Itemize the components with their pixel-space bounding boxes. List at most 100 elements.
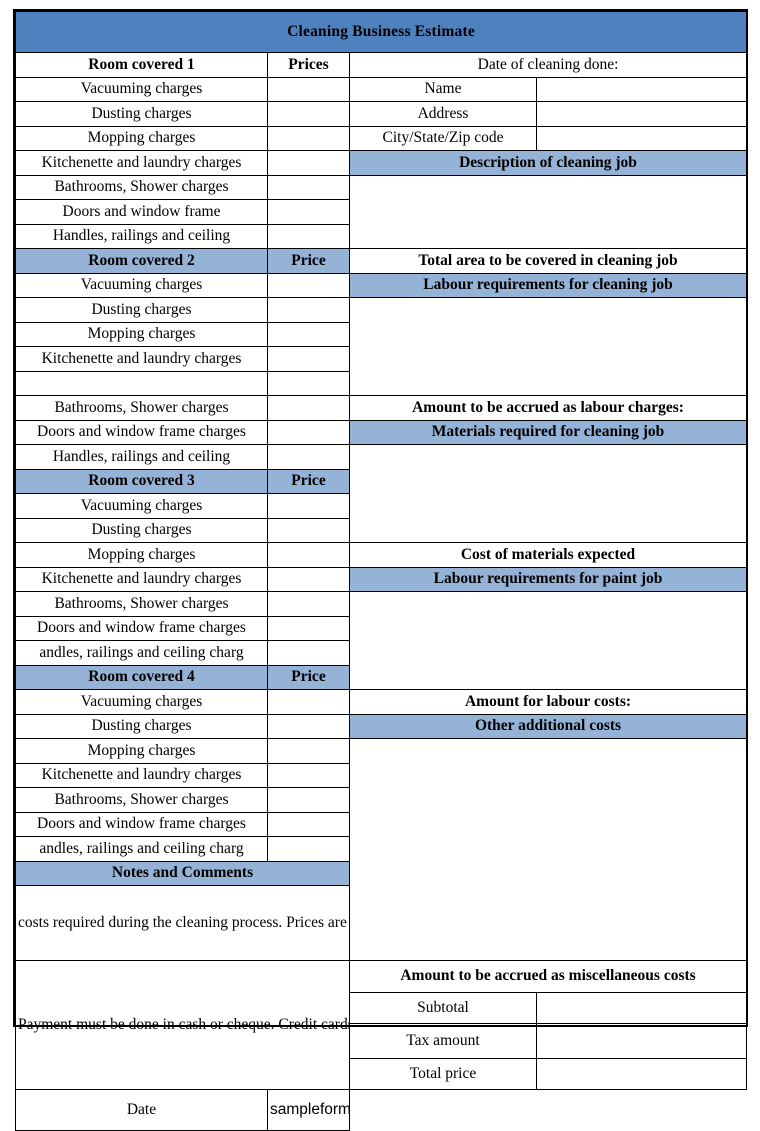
section-body-description-of-cleaning-job[interactable] [348,174,748,249]
tax-amount-value[interactable] [535,1023,748,1059]
room3-item-5: Doors and window frame charges [15,615,268,641]
room2-item-4-spacer [15,370,268,396]
section-body-labour-requirements-cleaning[interactable] [348,297,748,396]
section-header-labour-requirements-paint: Labour requirements for paint job [348,566,748,592]
tax-amount-label: Tax amount [349,1023,537,1059]
table-row: Mopping charges Cost of materials expect… [15,542,748,568]
room4-price-6[interactable] [267,836,350,862]
table-row: Doors and window frame charges Materials… [15,419,748,445]
room3-item-0: Vacuuming charges [15,493,268,519]
section-footer-cost-of-materials: Cost of materials expected [348,542,748,568]
table-row: Kitchenette and laundry charges Descript… [15,150,748,176]
room3-item-3: Kitchenette and laundry charges [15,566,268,592]
room3-price-3[interactable] [267,566,350,592]
section-header-other-additional-costs: Other additional costs [348,713,748,739]
room3-price-1[interactable] [267,517,350,543]
room2-price-0[interactable] [267,272,350,298]
room2-price-1[interactable] [267,297,350,323]
room4-price-3[interactable] [267,762,350,788]
section-header-labour-requirements-cleaning: Labour requirements for cleaning job [348,272,748,298]
room4-price-2[interactable] [267,738,350,764]
room2-price-4-spacer[interactable] [267,370,350,396]
room3-price-5[interactable] [267,615,350,641]
room4-item-2: Mopping charges [15,738,268,764]
table-row: Dusting charges [15,297,748,396]
section-body-materials-required[interactable] [348,444,748,543]
section-footer-amount-labour-costs: Amount for labour costs: [348,689,748,715]
room3-price-4[interactable] [267,591,350,617]
room1-price-2[interactable] [267,125,350,151]
room1-price-3[interactable] [267,150,350,176]
table-row: Bathrooms, Shower charges Amount to be a… [15,395,748,421]
table-row: Mopping charges City/State/Zip code [15,125,748,151]
room3-item-6: andles, railings and ceiling charg [15,640,268,666]
room2-price-5[interactable] [267,395,350,421]
room4-item-3: Kitchenette and laundry charges [15,762,268,788]
room1-price-4[interactable] [267,174,350,200]
room2-item-0: Vacuuming charges [15,272,268,298]
room1-price-0[interactable] [267,76,350,102]
room2-item-4: Bathrooms, Shower charges [15,395,268,421]
date-of-cleaning-label: Date of cleaning done: [348,52,748,78]
room3-price-6[interactable] [267,640,350,666]
room2-price-3[interactable] [267,346,350,372]
room4-price-4[interactable] [267,787,350,813]
notes-paragraph-1[interactable]: costs required during the cleaning proce… [15,885,350,961]
table-row: Bathrooms, Shower charges [15,174,748,249]
section-body-other-additional-costs[interactable] [348,738,748,961]
city-state-zip-field[interactable] [535,125,748,151]
room-header-3: Room covered 3 [15,468,268,494]
price-header-2: Price [267,248,350,274]
section-footer-amount-labour-charges: Amount to be accrued as labour charges: [348,395,748,421]
room1-price-5[interactable] [267,199,350,225]
address-field[interactable] [535,101,748,127]
room3-price-0[interactable] [267,493,350,519]
room1-header-row: Room covered 1 Prices Date of cleaning d… [15,52,748,78]
section-header-description-of-cleaning-job: Description of cleaning job [348,150,748,176]
notes-and-comments-header: Notes and Comments [15,860,350,886]
notes-paragraph-2[interactable]: Payment must be done in cash or cheque. … [15,960,350,1090]
room4-item-5: Doors and window frame charges [15,811,268,837]
room2-header-row: Room covered 2 Price Total area to be co… [15,248,748,274]
table-row: Vacuuming charges Amount for labour cost… [15,689,748,715]
name-field[interactable] [535,76,748,102]
estimate-table: Cleaning Business Estimate Room covered … [14,11,748,1131]
date-row: Date sampleforms.org [15,1089,747,1131]
title-row: Cleaning Business Estimate [14,11,748,53]
section-body-labour-requirements-paint[interactable] [348,591,748,690]
table-row: Mopping charges [15,738,748,961]
price-header-4: Price [267,664,350,690]
room2-price-6[interactable] [267,419,350,445]
room4-price-0[interactable] [267,689,350,715]
room1-item-1: Dusting charges [15,101,268,127]
room1-item-6: Handles, railings and ceiling [15,223,268,249]
room4-price-1[interactable] [267,713,350,739]
room1-item-3: Kitchenette and laundry charges [15,150,268,176]
room3-item-1: Dusting charges [15,517,268,543]
room1-price-6[interactable] [267,223,350,249]
room2-price-7[interactable] [267,444,350,470]
subtotal-value[interactable] [535,992,748,1025]
address-label: Address [349,101,537,127]
estimate-form: Cleaning Business Estimate Room covered … [13,9,748,1131]
total-price-value[interactable] [535,1057,748,1091]
table-row: Vacuuming charges Labour requirements fo… [15,272,748,298]
room4-price-5[interactable] [267,811,350,837]
misc-costs-footer-row: Payment must be done in cash or cheque. … [15,959,748,1090]
room-header-4: Room covered 4 [15,664,268,690]
section-header-materials-required: Materials required for cleaning job [348,419,748,445]
room1-item-4: Bathrooms, Shower charges [15,174,268,200]
table-row: Kitchenette and laundry charges Labour r… [15,566,748,592]
room-header-2: Room covered 2 [15,248,268,274]
room2-price-2[interactable] [267,321,350,347]
table-row: Dusting charges Address [15,101,748,127]
table-row: Dusting charges Other additional costs [15,713,748,739]
room1-item-0: Vacuuming charges [15,76,268,102]
section-footer-misc-costs: Amount to be accrued as miscellaneous co… [348,959,748,994]
room1-price-1[interactable] [267,101,350,127]
room3-price-2[interactable] [267,542,350,568]
total-price-label: Total price [349,1057,537,1091]
date-label: Date [15,1089,268,1131]
price-header-1: Prices [267,52,350,78]
room1-item-5: Doors and window frame [15,199,268,225]
